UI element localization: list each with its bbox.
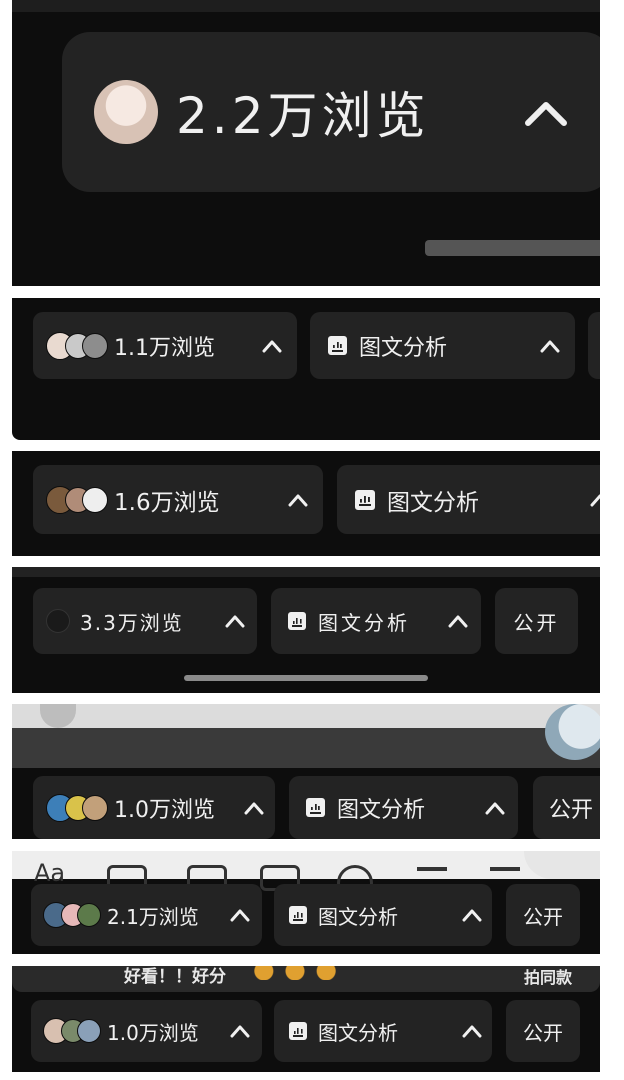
- viewer-avatars: [46, 793, 108, 822]
- panel-5: 1.0万浏览 图文分析 公开: [12, 704, 600, 839]
- bar-chart-icon: [289, 906, 307, 924]
- panel-4: 3.3万浏览 图文分析 公开: [12, 567, 600, 693]
- analysis-chip[interactable]: 图文分析: [274, 884, 492, 946]
- home-indicator: [184, 675, 428, 681]
- views-chip[interactable]: 2.1万浏览: [31, 884, 262, 946]
- panel-6: Aa 2.1万浏览 图文分析 公开: [12, 851, 600, 954]
- visibility-label: 公开: [549, 797, 594, 823]
- visibility-label: 公开: [523, 904, 563, 929]
- chevron-up-icon[interactable]: [288, 493, 308, 507]
- chevron-up-icon[interactable]: [540, 339, 560, 353]
- chevron-up-icon[interactable]: [244, 801, 264, 815]
- chevron-up-icon[interactable]: [590, 493, 600, 507]
- avatar: [77, 1019, 101, 1043]
- visibility-chip[interactable]: 公开: [506, 1000, 580, 1062]
- views-count: 1.0万浏览: [114, 797, 215, 823]
- panel-1: 2.2万浏览: [12, 0, 600, 286]
- top-edge: [12, 0, 600, 12]
- views-chip[interactable]: 2.2万浏览: [62, 32, 600, 192]
- text-style-button[interactable]: Aa: [34, 859, 65, 887]
- analysis-label: 图文分析: [337, 797, 426, 823]
- views-chip[interactable]: 1.0万浏览: [31, 1000, 262, 1062]
- visibility-chip[interactable]: 公开: [495, 588, 578, 654]
- same-style-link[interactable]: 拍同款: [524, 966, 572, 988]
- visibility-chip[interactable]: 公开: [506, 884, 580, 946]
- bar-chart-icon: [289, 1022, 307, 1040]
- views-chip[interactable]: 1.1万浏览: [33, 312, 297, 379]
- home-indicator: [425, 240, 600, 256]
- bar-chart-icon: [288, 612, 306, 630]
- list-icon[interactable]: [417, 867, 447, 871]
- views-count: 2.2万浏览: [176, 87, 430, 145]
- chevron-up-icon[interactable]: [462, 1024, 482, 1038]
- views-count: 1.6万浏览: [114, 489, 220, 516]
- chevron-up-icon[interactable]: [524, 97, 568, 127]
- bar-chart-icon: [355, 489, 375, 510]
- views-count: 1.0万浏览: [107, 1020, 199, 1045]
- chevron-up-icon[interactable]: [230, 1024, 250, 1038]
- views-chip[interactable]: 3.3万浏览: [33, 588, 257, 654]
- avatar: [77, 903, 101, 927]
- viewer-avatars: [46, 331, 108, 360]
- comment-bar: 好看！！好分 拍同款: [12, 966, 600, 992]
- avatar: [524, 851, 600, 879]
- avatar: [82, 486, 108, 513]
- chevron-up-icon[interactable]: [225, 614, 245, 628]
- chevron-up-icon[interactable]: [448, 614, 468, 628]
- avatar: [46, 609, 70, 633]
- chevron-up-icon[interactable]: [230, 908, 250, 922]
- views-count: 2.1万浏览: [107, 904, 199, 929]
- top-edge: [12, 567, 600, 577]
- viewer-avatars: [43, 1018, 101, 1044]
- analysis-label: 图文分析: [318, 610, 410, 635]
- avatar-icon: [40, 704, 76, 728]
- avatar: [545, 704, 600, 760]
- analysis-chip[interactable]: 图文分析: [289, 776, 518, 839]
- panel-3: 1.6万浏览 图文分析: [12, 451, 600, 556]
- analysis-chip[interactable]: 图文分析: [310, 312, 575, 379]
- chevron-up-icon[interactable]: [485, 801, 505, 815]
- chevron-up-icon[interactable]: [462, 908, 482, 922]
- bar-chart-icon: [306, 798, 325, 817]
- visibility-chip[interactable]: 公开: [533, 776, 600, 839]
- comment-emoji: [254, 966, 336, 980]
- panel-7: 好看！！好分 拍同款 1.0万浏览 图文分析 公开: [12, 966, 600, 1072]
- analysis-chip[interactable]: 图文分析: [274, 1000, 492, 1062]
- analysis-label: 图文分析: [359, 335, 448, 361]
- chevron-up-icon[interactable]: [262, 339, 282, 353]
- views-chip[interactable]: 1.6万浏览: [33, 465, 323, 534]
- panel-2: 1.1万浏览 图文分析: [12, 298, 600, 440]
- viewer-avatars: [43, 902, 101, 928]
- analysis-chip[interactable]: 图文分析: [337, 465, 600, 534]
- viewer-avatar: [94, 80, 158, 144]
- avatar: [82, 332, 108, 359]
- bar-chart-icon: [328, 336, 347, 355]
- analysis-label: 图文分析: [318, 904, 398, 929]
- viewer-avatars: [46, 485, 108, 514]
- analysis-chip[interactable]: 图文分析: [271, 588, 481, 654]
- content-preview: [12, 704, 600, 768]
- views-chip[interactable]: 1.0万浏览: [33, 776, 275, 839]
- views-count: 3.3万浏览: [80, 610, 184, 635]
- visibility-label: 公开: [513, 610, 560, 635]
- visibility-label: 公开: [523, 1020, 563, 1045]
- views-count: 1.1万浏览: [114, 335, 215, 361]
- format-toolbar: Aa: [12, 851, 600, 901]
- comment-text: 好看！！好分: [124, 967, 226, 987]
- analysis-label: 图文分析: [318, 1020, 398, 1045]
- avatar: [82, 794, 108, 821]
- analysis-label: 图文分析: [387, 489, 479, 516]
- next-chip[interactable]: [588, 312, 600, 379]
- numbered-list-icon[interactable]: [490, 867, 520, 871]
